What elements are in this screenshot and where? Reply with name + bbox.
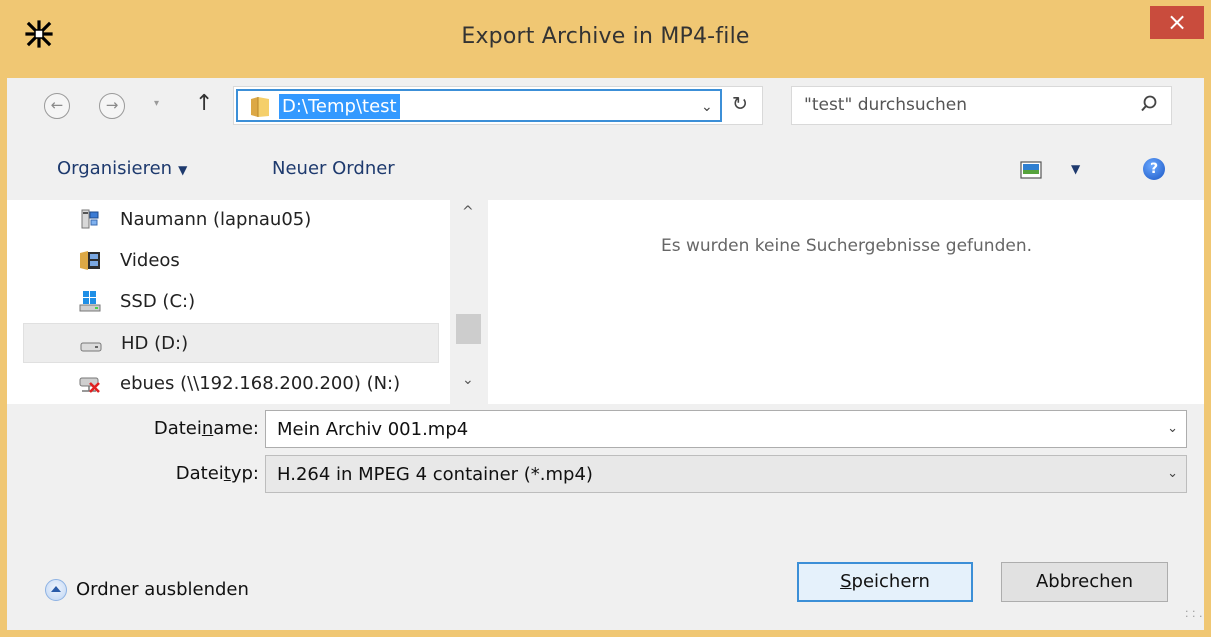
new-folder-label: Neuer Ordner bbox=[272, 158, 395, 179]
address-path-text[interactable]: D:\Temp\test bbox=[279, 94, 400, 119]
resize-grip-icon[interactable]: · · · · · bbox=[1185, 606, 1202, 622]
search-icon[interactable] bbox=[1139, 94, 1159, 114]
filetype-value[interactable]: H.264 in MPEG 4 container (*.mp4) bbox=[277, 464, 593, 485]
up-arrow-icon: ↑ bbox=[195, 91, 214, 116]
close-button[interactable]: × bbox=[1150, 6, 1204, 39]
cancel-label: Abbrechen bbox=[1035, 571, 1134, 592]
recent-locations-button[interactable]: ▾ bbox=[154, 98, 159, 109]
help-label: ? bbox=[1149, 161, 1159, 177]
refresh-button[interactable]: ↻ bbox=[732, 93, 748, 115]
dialog-client-area: ← → ▾ ↑ D:\Temp\test ⌄ ↻ "test" durchsuc… bbox=[7, 78, 1204, 630]
view-options-dropdown[interactable]: ▼ bbox=[1071, 162, 1080, 176]
navigation-scrollbar[interactable]: ^ ⌄ bbox=[450, 200, 488, 404]
filename-label: Dateiname: bbox=[153, 418, 259, 439]
filename-field[interactable]: Mein Archiv 001.mp4 ⌄ bbox=[265, 410, 1187, 448]
sidebar-item-videos[interactable]: Videos bbox=[23, 241, 439, 281]
export-dialog-window: Export Archive in MP4-file × ← → ▾ ↑ D:\… bbox=[0, 0, 1211, 637]
title-bar: Export Archive in MP4-file × bbox=[0, 0, 1211, 78]
empty-results-message: Es wurden keine Suchergebnisse gefunden. bbox=[660, 236, 1033, 256]
sidebar-item-ssd-c[interactable]: SSD (C:) bbox=[23, 282, 439, 322]
forward-button[interactable]: → bbox=[99, 93, 125, 119]
organize-label: Organisieren bbox=[57, 158, 173, 179]
sidebar-item-network-drive-n[interactable]: ebues (\\192.168.200.200) (N:) bbox=[23, 364, 439, 404]
navigation-bar: ← → ▾ ↑ D:\Temp\test ⌄ ↻ "test" durchsuc… bbox=[7, 78, 1204, 136]
search-box[interactable]: "test" durchsuchen bbox=[791, 86, 1172, 125]
cancel-button[interactable]: Abbrechen bbox=[1001, 562, 1168, 602]
disconnected-network-drive-icon bbox=[79, 377, 100, 393]
navigation-pane: Naumann (lapnau05) Videos SSD (C:) HD (D… bbox=[7, 200, 449, 404]
caret-down-icon: ▼ bbox=[178, 163, 188, 177]
address-bar[interactable]: D:\Temp\test ⌄ ↻ bbox=[233, 86, 763, 125]
sidebar-item-network-user[interactable]: Naumann (lapnau05) bbox=[23, 200, 439, 240]
scroll-up-icon[interactable]: ^ bbox=[462, 204, 474, 220]
sidebar-item-hd-d[interactable]: HD (D:) bbox=[23, 323, 439, 363]
command-toolbar: Organisieren ▼ Neuer Ordner ▼ ? bbox=[7, 136, 1204, 200]
sidebar-item-label: SSD (C:) bbox=[120, 291, 196, 312]
hide-folders-label: Ordner ausblenden bbox=[76, 579, 249, 600]
collapse-up-icon bbox=[45, 579, 67, 601]
windows-drive-icon bbox=[79, 291, 101, 312]
new-folder-button[interactable]: Neuer Ordner bbox=[272, 158, 395, 179]
filetype-dropdown-icon[interactable]: ⌄ bbox=[1167, 466, 1178, 481]
address-input[interactable]: D:\Temp\test ⌄ bbox=[236, 89, 722, 122]
sidebar-item-label: Naumann (lapnau05) bbox=[120, 209, 312, 230]
search-input[interactable]: "test" durchsuchen bbox=[804, 95, 967, 115]
close-icon: × bbox=[1166, 8, 1188, 36]
file-results-pane[interactable]: Es wurden keine Suchergebnisse gefunden. bbox=[489, 200, 1204, 404]
save-form: Dateiname: Mein Archiv 001.mp4 ⌄ Dateity… bbox=[7, 404, 1204, 630]
filetype-label: Dateityp: bbox=[175, 463, 259, 484]
organize-menu-button[interactable]: Organisieren ▼ bbox=[57, 158, 187, 179]
help-icon[interactable]: ? bbox=[1143, 158, 1165, 180]
back-arrow-icon: ← bbox=[50, 96, 64, 114]
filename-dropdown-icon[interactable]: ⌄ bbox=[1167, 421, 1178, 436]
refresh-icon: ↻ bbox=[732, 93, 748, 115]
scrollbar-thumb[interactable] bbox=[456, 314, 481, 344]
sidebar-item-label: HD (D:) bbox=[121, 333, 189, 354]
forward-arrow-icon: → bbox=[105, 96, 119, 114]
address-dropdown-button[interactable]: ⌄ bbox=[701, 99, 713, 115]
back-button[interactable]: ← bbox=[44, 93, 70, 119]
chevron-down-icon: ▾ bbox=[154, 98, 160, 109]
hard-drive-icon bbox=[80, 342, 102, 352]
folder-icon bbox=[251, 97, 269, 117]
up-level-button[interactable]: ↑ bbox=[195, 91, 213, 116]
view-options-icon[interactable] bbox=[1020, 161, 1042, 179]
browser-area: Naumann (lapnau05) Videos SSD (C:) HD (D… bbox=[7, 200, 1204, 404]
videos-folder-icon bbox=[80, 251, 100, 270]
save-button[interactable]: Speichern bbox=[797, 562, 973, 602]
chevron-down-icon: ⌄ bbox=[701, 99, 713, 115]
caret-down-icon: ▼ bbox=[1071, 162, 1081, 176]
sidebar-item-label: ebues (\\192.168.200.200) (N:) bbox=[120, 373, 401, 394]
filetype-select[interactable]: H.264 in MPEG 4 container (*.mp4) ⌄ bbox=[265, 455, 1187, 493]
window-title: Export Archive in MP4-file bbox=[461, 24, 750, 49]
sidebar-item-label: Videos bbox=[120, 250, 180, 271]
network-user-icon bbox=[81, 209, 99, 229]
filename-value[interactable]: Mein Archiv 001.mp4 bbox=[277, 419, 468, 440]
scroll-down-icon[interactable]: ⌄ bbox=[462, 372, 474, 388]
